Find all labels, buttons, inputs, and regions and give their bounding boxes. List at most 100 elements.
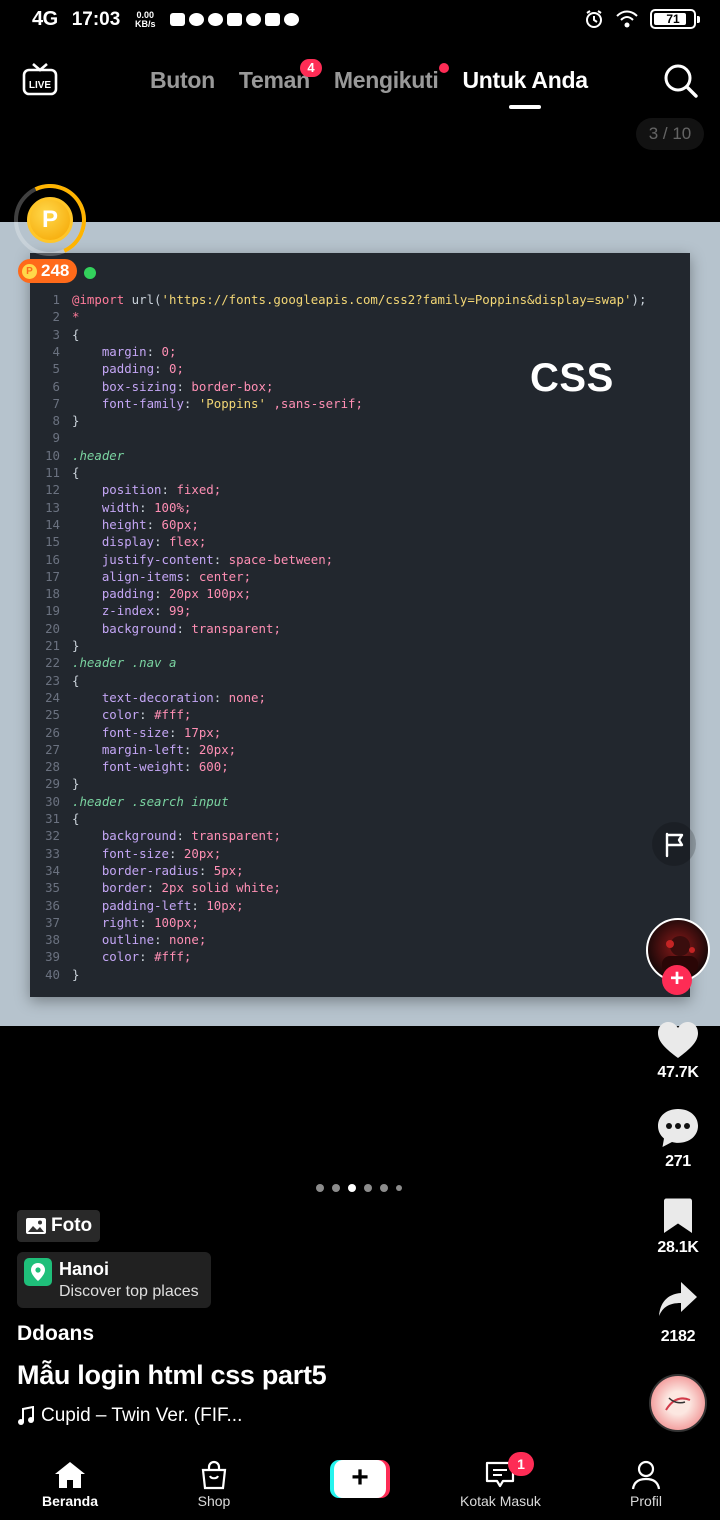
flag-icon	[665, 832, 684, 858]
alarm-icon	[586, 10, 602, 28]
teman-badge: 4	[299, 59, 322, 77]
share-button[interactable]: 2182	[638, 1280, 718, 1346]
post-caption: Mẫu login html css part5	[17, 1360, 327, 1390]
code-line: 20 background: transparent;	[45, 620, 281, 636]
code-line: 38 outline: none;	[45, 932, 207, 948]
code-line: 35 border: 2px solid white;	[45, 880, 281, 896]
music-disc[interactable]	[649, 1374, 707, 1432]
video-icon	[170, 13, 186, 26]
code-line: 4 margin: 0;	[52, 343, 177, 359]
shopping-bag-icon	[201, 1460, 227, 1490]
youtube-icon	[265, 13, 281, 26]
follow-button[interactable]: +	[662, 965, 692, 995]
comment-button[interactable]: 271	[638, 1107, 718, 1171]
heart-icon	[658, 1022, 698, 1058]
save-button[interactable]: 28.1K	[638, 1197, 718, 1257]
code-line: 8}	[52, 413, 80, 429]
code-line: 27 margin-left: 20px;	[45, 741, 237, 757]
tab-teman[interactable]: Teman 4	[239, 59, 322, 98]
location-chip[interactable]: Hanoi Discover top places	[17, 1252, 211, 1308]
code-line: 30 .header .search input	[45, 793, 229, 809]
mengikuti-dot	[438, 63, 449, 73]
code-line: 33 font-size: 20px;	[45, 845, 222, 861]
points-coin-icon: P	[22, 263, 37, 279]
code-line: 26 font-size: 17px;	[45, 724, 222, 740]
feed-tabs: Buton Teman 4 Mengikuti Untuk Anda	[150, 59, 588, 109]
song-link[interactable]: Cupid – Twin Ver. (FIF...	[17, 1405, 242, 1427]
code-line: 19 z-index: 99;	[45, 603, 192, 619]
chrome-icon	[284, 13, 300, 26]
report-button[interactable]	[652, 822, 696, 866]
music-cover-image	[665, 1397, 691, 1411]
location-name: Hanoi	[59, 1259, 110, 1279]
carousel-dot	[316, 1184, 324, 1192]
search-icon[interactable]	[662, 62, 698, 98]
code-line: 24 text-decoration: none;	[45, 689, 266, 705]
nav-beranda[interactable]: Beranda	[42, 1460, 98, 1509]
mail-icon	[227, 13, 243, 26]
nav-shop[interactable]: Shop	[197, 1460, 231, 1509]
code-line: 2 *	[52, 309, 80, 325]
comment-count: 271	[665, 1153, 691, 1170]
code-line: 40}	[45, 966, 80, 982]
code-line: 9	[52, 430, 60, 446]
carousel-dot	[332, 1184, 340, 1192]
network-indicator: 4G	[32, 8, 58, 30]
home-icon	[55, 1462, 86, 1488]
like-button[interactable]: 47.7K	[638, 1020, 718, 1082]
carousel-dots	[316, 1184, 402, 1192]
photo-type-tag: Foto	[17, 1210, 101, 1242]
author-name[interactable]: Ddoans	[17, 1322, 94, 1346]
inbox-badge: 1	[508, 1452, 534, 1476]
code-line: 37 right: 100px;	[45, 914, 199, 930]
code-line: 17 align-items: center;	[45, 568, 252, 584]
code-line: 11{	[45, 465, 80, 480]
create-button[interactable]: +	[330, 1460, 390, 1498]
profile-icon	[631, 1460, 661, 1490]
code-line: 1 @import url('https://fonts.googleapis.c…	[52, 292, 647, 307]
code-line: 22 .header .nav a	[45, 655, 177, 671]
online-dot	[84, 267, 96, 279]
tab-buton[interactable]: Buton	[150, 62, 215, 98]
code-line: 36 padding-left: 10px;	[45, 897, 244, 913]
tab-untuk-anda[interactable]: Untuk Anda	[463, 62, 588, 109]
nav-profil[interactable]: Profil	[629, 1460, 663, 1509]
code-line: 7 font-family: 'Poppins' ,sans-serif;	[52, 395, 363, 411]
comment-icon	[658, 1109, 698, 1147]
share-count: 2182	[660, 1328, 696, 1345]
code-line: 34 border-radius: 5px;	[45, 862, 244, 878]
location-subtitle: Discover top places	[59, 1283, 199, 1300]
code-line: 21}	[45, 638, 80, 653]
photo-overlay-label: CSS	[530, 356, 614, 400]
share-icon	[659, 1282, 697, 1316]
clock: 17:03	[71, 8, 121, 30]
live-icon[interactable]: LIVE	[22, 62, 58, 96]
code-line: 25 color: #fff;	[45, 707, 192, 723]
notification-icons	[170, 13, 300, 26]
coin-reward-widget[interactable]: P	[3, 173, 97, 267]
carousel-dot-active	[348, 1184, 356, 1192]
code-line: 12 position: fixed;	[45, 482, 222, 498]
code-line: 31{	[45, 811, 80, 826]
points-badge[interactable]: P 248	[18, 259, 78, 283]
carousel-dot	[364, 1184, 372, 1192]
carousel-dot	[396, 1185, 402, 1191]
status-bar: 4G 17:03 0.00 KB/s 71	[0, 0, 720, 40]
messenger-icon	[208, 13, 224, 26]
tab-mengikuti[interactable]: Mengikuti	[334, 62, 449, 98]
code-line: 29}	[45, 776, 80, 792]
code-line: 10 .header	[45, 447, 125, 463]
carousel-dot	[380, 1184, 388, 1192]
facebook-icon	[246, 13, 262, 26]
code-line: 3{	[52, 326, 80, 342]
wifi-icon	[616, 10, 638, 28]
code-line: 39 color: #fff;	[45, 949, 192, 965]
battery-icon: 71	[650, 9, 700, 29]
code-line: 13 width: 100%;	[45, 499, 192, 515]
plus-icon: +	[334, 1460, 386, 1498]
photo-counter: 3 / 10	[636, 118, 704, 150]
code-line: 18 padding: 20px 100px;	[45, 586, 252, 602]
code-line: 28 font-weight: 600;	[45, 759, 229, 775]
code-line: 14 height: 60px;	[45, 516, 199, 532]
code-line: 5 padding: 0;	[52, 361, 184, 377]
